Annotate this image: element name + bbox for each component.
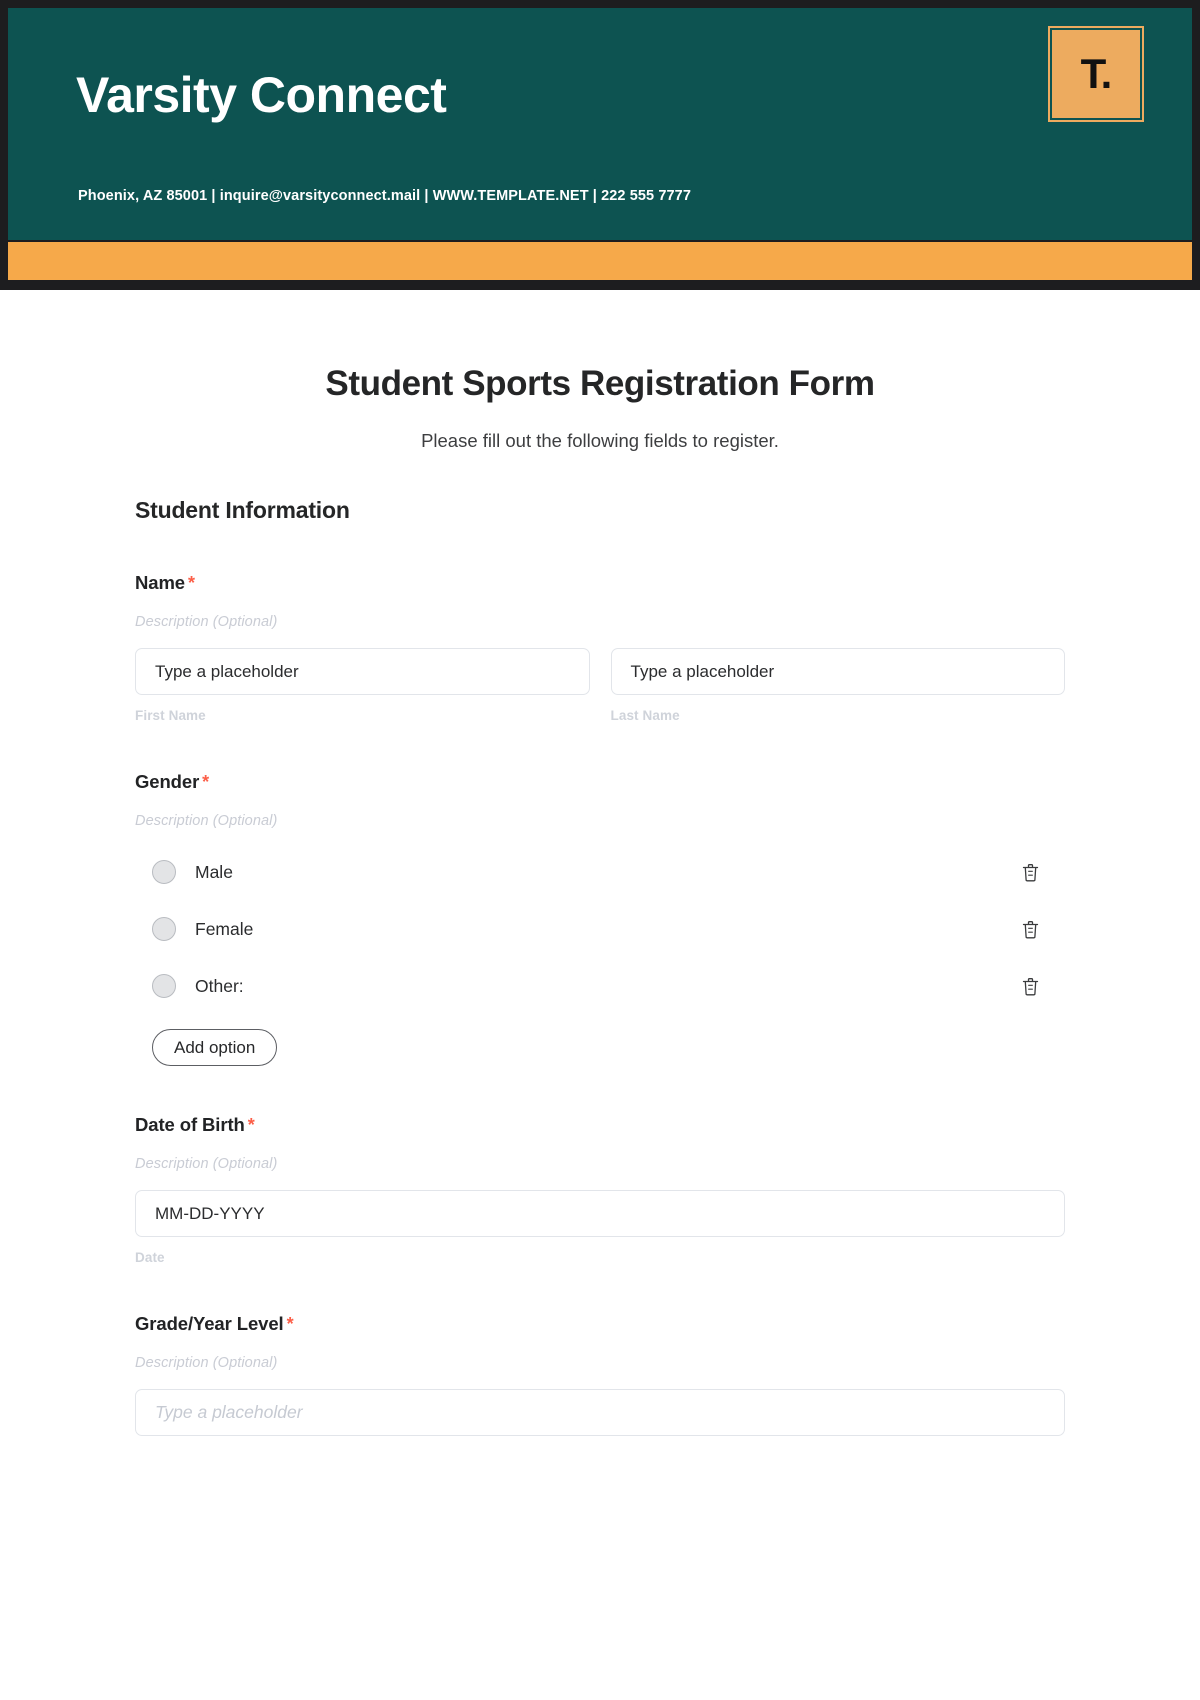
field-label-grade-year-level-text: Grade/Year Level [135, 1313, 284, 1334]
field-label-gender: Gender * [135, 771, 1065, 793]
last-name-sublabel: Last Name [610, 708, 680, 723]
date-of-birth-input[interactable]: MM-DD-YYYY [135, 1190, 1065, 1237]
radio-button-icon[interactable] [152, 860, 176, 884]
required-asterisk: * [247, 1115, 255, 1135]
field-label-date-of-birth: Date of Birth * [135, 1114, 1065, 1136]
field-date-of-birth: Date of Birth * Description (Optional) MM… [135, 1114, 1065, 1265]
letterhead-panel: Varsity Connect Phoenix, AZ 85001 | inqu… [8, 8, 1192, 240]
required-asterisk: * [202, 772, 210, 792]
gender-option-row[interactable]: Other: [135, 969, 1065, 1003]
field-label-gender-text: Gender [135, 771, 200, 792]
form-fields-container: Student Information Name * Description (O… [0, 497, 1200, 1436]
gender-option-row[interactable]: Female [135, 912, 1065, 946]
letterhead-header: Varsity Connect Phoenix, AZ 85001 | inqu… [0, 0, 1200, 290]
field-gender: Gender * Description (Optional) Male Fem… [135, 771, 1065, 1066]
first-name-input[interactable]: Type a placeholder [135, 648, 590, 695]
required-asterisk: * [188, 573, 195, 593]
first-name-column: Type a placeholder First Name [135, 648, 590, 723]
last-name-column: Type a placeholder Last Name [610, 648, 1065, 723]
field-description-grade-year-level: Description (Optional) [135, 1355, 278, 1371]
add-option-button[interactable]: Add option [152, 1029, 278, 1066]
field-description-name: Description (Optional) [135, 614, 278, 630]
accent-bar [8, 242, 1192, 280]
field-label-name: Name * [135, 572, 1065, 594]
form-body: Student Sports Registration Form Please … [0, 290, 1200, 1436]
logo-letter-icon: T. [1080, 50, 1113, 97]
field-name: Name * Description (Optional) Type a plac… [135, 572, 1065, 723]
field-grade-year-level: Grade/Year Level * Description (Optional)… [135, 1313, 1065, 1436]
gender-option-label: Other: [195, 975, 244, 996]
date-of-birth-column: MM-DD-YYYY Date [135, 1190, 1065, 1265]
brand-logo-badge: T. [1048, 26, 1144, 122]
required-asterisk: * [286, 1314, 294, 1334]
name-inputs-row: Type a placeholder First Name Type a pla… [135, 648, 1065, 723]
gender-option-row[interactable]: Male [135, 855, 1065, 889]
date-of-birth-row: MM-DD-YYYY Date [135, 1190, 1065, 1265]
brand-contact-line: Phoenix, AZ 85001 | inquire@varsityconne… [78, 188, 691, 204]
gender-option-label: Male [195, 861, 233, 882]
grade-year-level-row: Type a placeholder [135, 1389, 1065, 1436]
last-name-input[interactable]: Type a placeholder [610, 648, 1065, 695]
field-label-grade-year-level: Grade/Year Level * [135, 1313, 1065, 1335]
grade-year-level-column: Type a placeholder [135, 1389, 1065, 1436]
trash-icon[interactable] [1018, 916, 1042, 942]
page-subtitle: Please fill out the following fields to … [421, 430, 779, 451]
section-heading-student-information: Student Information [135, 497, 350, 523]
trash-icon[interactable] [1018, 973, 1042, 999]
trash-icon[interactable] [1018, 859, 1042, 885]
gender-options-list: Male Female Other: Add option [135, 855, 1065, 1066]
first-name-sublabel: First Name [135, 708, 206, 723]
date-of-birth-sublabel: Date [135, 1250, 165, 1265]
field-description-gender: Description (Optional) [135, 813, 278, 829]
grade-year-level-input[interactable]: Type a placeholder [135, 1389, 1065, 1436]
brand-title: Varsity Connect [76, 67, 447, 123]
field-label-date-of-birth-text: Date of Birth [135, 1114, 245, 1135]
radio-button-icon[interactable] [152, 974, 176, 998]
gender-option-label: Female [195, 918, 254, 939]
radio-button-icon[interactable] [152, 917, 176, 941]
page-title: Student Sports Registration Form [325, 364, 875, 403]
field-label-name-text: Name [135, 572, 185, 593]
field-description-date-of-birth: Description (Optional) [135, 1156, 278, 1172]
registration-form-page: Varsity Connect Phoenix, AZ 85001 | inqu… [0, 0, 1200, 1700]
